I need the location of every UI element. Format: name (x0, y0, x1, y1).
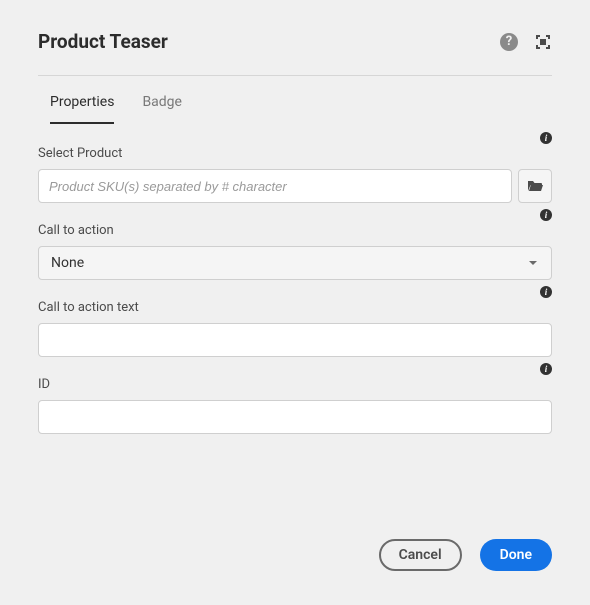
info-icon[interactable]: i (540, 363, 552, 375)
info-icon[interactable]: i (540, 132, 552, 144)
done-button[interactable]: Done (480, 539, 552, 571)
fullscreen-icon[interactable] (534, 33, 552, 51)
call-to-action-selected: None (51, 255, 84, 271)
dialog-title: Product Teaser (38, 30, 168, 53)
tab-properties[interactable]: Properties (50, 94, 114, 124)
call-to-action-text-input[interactable] (38, 323, 552, 357)
call-to-action-label: Call to action (38, 223, 552, 238)
select-product-input[interactable] (38, 169, 512, 203)
call-to-action-text-label: Call to action text (38, 300, 552, 315)
tab-badge[interactable]: Badge (142, 94, 182, 124)
call-to-action-select[interactable]: None (38, 246, 552, 280)
id-label: ID (38, 377, 552, 392)
chevron-down-icon (527, 257, 539, 269)
info-icon[interactable]: i (540, 209, 552, 221)
info-icon[interactable]: i (540, 286, 552, 298)
browse-folder-button[interactable] (518, 169, 552, 203)
cancel-button[interactable]: Cancel (379, 539, 462, 571)
select-product-label: Select Product (38, 146, 552, 161)
help-icon[interactable]: ? (500, 33, 518, 51)
id-input[interactable] (38, 400, 552, 434)
